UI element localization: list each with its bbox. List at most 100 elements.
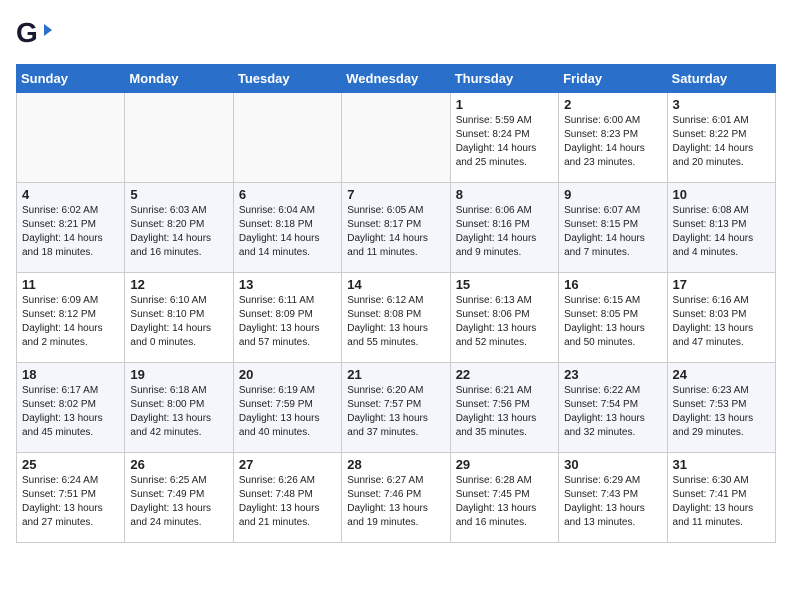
calendar-cell: 2 Sunrise: 6:00 AM Sunset: 8:23 PM Daylig… [559,93,667,183]
cell-info: Sunrise: 6:24 AM Sunset: 7:51 PM Dayligh… [22,474,119,530]
cell-info: Sunrise: 6:22 AM Sunset: 7:54 PM Dayligh… [564,384,661,440]
cell-info: Sunrise: 6:11 AM Sunset: 8:09 PM Dayligh… [239,294,336,350]
calendar-cell: 12 Sunrise: 6:10 AM Sunset: 8:10 PM Dayli… [125,273,233,363]
cell-info: Sunrise: 6:09 AM Sunset: 8:12 PM Dayligh… [22,294,119,350]
cell-info: Sunrise: 6:03 AM Sunset: 8:20 PM Dayligh… [130,204,227,260]
cell-info: Sunrise: 6:04 AM Sunset: 8:18 PM Dayligh… [239,204,336,260]
day-number: 5 [130,187,227,202]
cell-info: Sunrise: 6:30 AM Sunset: 7:41 PM Dayligh… [673,474,770,530]
calendar-week-row: 4 Sunrise: 6:02 AM Sunset: 8:21 PM Daylig… [17,183,776,273]
calendar-cell: 4 Sunrise: 6:02 AM Sunset: 8:21 PM Daylig… [17,183,125,273]
cell-info: Sunrise: 6:25 AM Sunset: 7:49 PM Dayligh… [130,474,227,530]
calendar-cell: 21Sunrise: 6:20 AM Sunset: 7:57 PM Dayli… [342,363,450,453]
cell-info: Sunrise: 6:13 AM Sunset: 8:06 PM Dayligh… [456,294,553,350]
calendar-cell [125,93,233,183]
calendar-cell: 10 Sunrise: 6:08 AM Sunset: 8:13 PM Dayli… [667,183,775,273]
calendar-cell: 19 Sunrise: 6:18 AM Sunset: 8:00 PM Dayli… [125,363,233,453]
calendar-cell: 23Sunrise: 6:22 AM Sunset: 7:54 PM Dayli… [559,363,667,453]
calendar-cell: 11 Sunrise: 6:09 AM Sunset: 8:12 PM Dayli… [17,273,125,363]
calendar-cell: 13 Sunrise: 6:11 AM Sunset: 8:09 PM Dayli… [233,273,341,363]
cell-info: Sunrise: 5:59 AM Sunset: 8:24 PM Dayligh… [456,114,553,170]
day-number: 17 [673,277,770,292]
day-number: 12 [130,277,227,292]
day-number: 4 [22,187,119,202]
day-number: 24 [673,367,770,382]
day-number: 16 [564,277,661,292]
calendar-header-row: SundayMondayTuesdayWednesdayThursdayFrid… [17,65,776,93]
cell-info: Sunrise: 6:17 AM Sunset: 8:02 PM Dayligh… [22,384,119,440]
calendar-cell: 7Sunrise: 6:05 AM Sunset: 8:17 PM Daylig… [342,183,450,273]
calendar-cell: 6 Sunrise: 6:04 AM Sunset: 8:18 PM Daylig… [233,183,341,273]
day-number: 14 [347,277,444,292]
day-number: 6 [239,187,336,202]
calendar-cell: 14Sunrise: 6:12 AM Sunset: 8:08 PM Dayli… [342,273,450,363]
day-number: 29 [456,457,553,472]
cell-info: Sunrise: 6:15 AM Sunset: 8:05 PM Dayligh… [564,294,661,350]
calendar-cell: 20 Sunrise: 6:19 AM Sunset: 7:59 PM Dayli… [233,363,341,453]
cell-info: Sunrise: 6:07 AM Sunset: 8:15 PM Dayligh… [564,204,661,260]
calendar-cell: 24 Sunrise: 6:23 AM Sunset: 7:53 PM Dayli… [667,363,775,453]
weekday-header: Friday [559,65,667,93]
calendar-cell: 15 Sunrise: 6:13 AM Sunset: 8:06 PM Dayli… [450,273,558,363]
svg-text:G: G [16,17,38,48]
calendar-cell: 8 Sunrise: 6:06 AM Sunset: 8:16 PM Daylig… [450,183,558,273]
calendar-cell: 5 Sunrise: 6:03 AM Sunset: 8:20 PM Daylig… [125,183,233,273]
day-number: 8 [456,187,553,202]
calendar-cell [342,93,450,183]
cell-info: Sunrise: 6:26 AM Sunset: 7:48 PM Dayligh… [239,474,336,530]
day-number: 11 [22,277,119,292]
calendar-cell: 18 Sunrise: 6:17 AM Sunset: 8:02 PM Dayli… [17,363,125,453]
day-number: 10 [673,187,770,202]
cell-info: Sunrise: 6:23 AM Sunset: 7:53 PM Dayligh… [673,384,770,440]
logo: G [16,16,56,52]
day-number: 27 [239,457,336,472]
weekday-header: Monday [125,65,233,93]
logo-icon: G [16,16,52,52]
cell-info: Sunrise: 6:00 AM Sunset: 8:23 PM Dayligh… [564,114,661,170]
cell-info: Sunrise: 6:02 AM Sunset: 8:21 PM Dayligh… [22,204,119,260]
day-number: 13 [239,277,336,292]
day-number: 31 [673,457,770,472]
day-number: 2 [564,97,661,112]
calendar-week-row: 25 Sunrise: 6:24 AM Sunset: 7:51 PM Dayli… [17,453,776,543]
cell-info: Sunrise: 6:19 AM Sunset: 7:59 PM Dayligh… [239,384,336,440]
cell-info: Sunrise: 6:10 AM Sunset: 8:10 PM Dayligh… [130,294,227,350]
calendar-cell: 31 Sunrise: 6:30 AM Sunset: 7:41 PM Dayli… [667,453,775,543]
day-number: 25 [22,457,119,472]
calendar-cell: 27 Sunrise: 6:26 AM Sunset: 7:48 PM Dayli… [233,453,341,543]
cell-info: Sunrise: 6:18 AM Sunset: 8:00 PM Dayligh… [130,384,227,440]
day-number: 21 [347,367,444,382]
calendar-cell [17,93,125,183]
day-number: 30 [564,457,661,472]
day-number: 1 [456,97,553,112]
calendar-cell: 9 Sunrise: 6:07 AM Sunset: 8:15 PM Daylig… [559,183,667,273]
calendar-cell: 16 Sunrise: 6:15 AM Sunset: 8:05 PM Dayli… [559,273,667,363]
day-number: 20 [239,367,336,382]
cell-info: Sunrise: 6:01 AM Sunset: 8:22 PM Dayligh… [673,114,770,170]
cell-info: Sunrise: 6:08 AM Sunset: 8:13 PM Dayligh… [673,204,770,260]
calendar-cell: 25 Sunrise: 6:24 AM Sunset: 7:51 PM Dayli… [17,453,125,543]
day-number: 3 [673,97,770,112]
calendar-cell: 26Sunrise: 6:25 AM Sunset: 7:49 PM Dayli… [125,453,233,543]
day-number: 15 [456,277,553,292]
weekday-header: Saturday [667,65,775,93]
calendar-body: 1 Sunrise: 5:59 AM Sunset: 8:24 PM Daylig… [17,93,776,543]
calendar-cell: 17 Sunrise: 6:16 AM Sunset: 8:03 PM Dayli… [667,273,775,363]
day-number: 9 [564,187,661,202]
calendar-week-row: 18 Sunrise: 6:17 AM Sunset: 8:02 PM Dayli… [17,363,776,453]
calendar-week-row: 1 Sunrise: 5:59 AM Sunset: 8:24 PM Daylig… [17,93,776,183]
calendar-cell: 28Sunrise: 6:27 AM Sunset: 7:46 PM Dayli… [342,453,450,543]
calendar-table: SundayMondayTuesdayWednesdayThursdayFrid… [16,64,776,543]
calendar-cell: 3 Sunrise: 6:01 AM Sunset: 8:22 PM Daylig… [667,93,775,183]
cell-info: Sunrise: 6:16 AM Sunset: 8:03 PM Dayligh… [673,294,770,350]
day-number: 18 [22,367,119,382]
page-header: G [16,16,776,52]
cell-info: Sunrise: 6:06 AM Sunset: 8:16 PM Dayligh… [456,204,553,260]
weekday-header: Thursday [450,65,558,93]
calendar-cell: 22 Sunrise: 6:21 AM Sunset: 7:56 PM Dayli… [450,363,558,453]
calendar-cell [233,93,341,183]
cell-info: Sunrise: 6:21 AM Sunset: 7:56 PM Dayligh… [456,384,553,440]
day-number: 19 [130,367,227,382]
day-number: 22 [456,367,553,382]
weekday-header: Tuesday [233,65,341,93]
